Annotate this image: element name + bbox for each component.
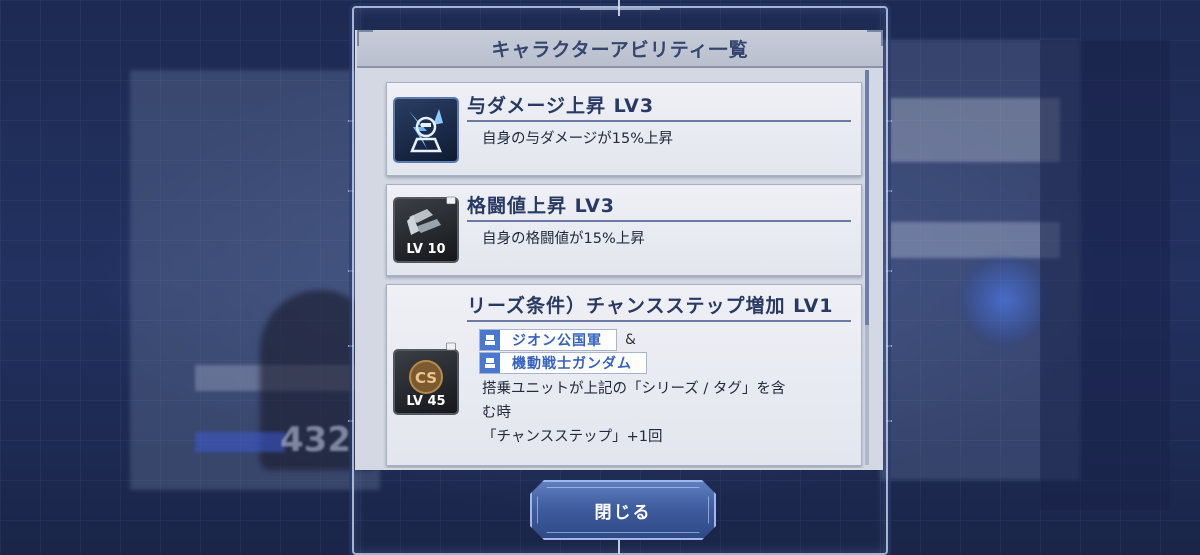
- frame-top-decoration: [580, 8, 660, 14]
- condition-line: 搭乗ユニットが上記の「シリーズ / タグ」を含: [482, 381, 786, 397]
- unlock-level-label: LV 10: [406, 242, 446, 257]
- tag-joiner: &: [625, 332, 636, 348]
- series-tag-row: 機動戦士ガンダム: [479, 352, 647, 374]
- lock-icon: [446, 337, 456, 351]
- background-score: 432: [280, 420, 351, 460]
- condition-line: 「チャンスステップ」+1回: [482, 429, 663, 445]
- series-tag-icon: [480, 353, 500, 373]
- header-corner-right: [867, 30, 883, 46]
- cs-badge-text: CS: [415, 369, 437, 387]
- ability-list[interactable]: 与ダメージ上昇 LV3 自身の与ダメージが15%上昇 LV 10 格闘値上昇 L…: [378, 70, 866, 468]
- condition-line: む時: [482, 405, 511, 421]
- unlock-level-label: LV 45: [406, 394, 446, 409]
- scrollbar-thumb[interactable]: [865, 70, 869, 325]
- series-tag[interactable]: 機動戦士ガンダム: [479, 352, 647, 374]
- frame-top-tick: [618, 0, 620, 16]
- chance-step-icon: CS LV 45: [393, 349, 459, 415]
- series-tag-row: ジオン公国軍 &: [479, 329, 636, 351]
- background-blue-bar: [195, 432, 285, 452]
- background-right-strip: [1040, 40, 1170, 510]
- series-tag-icon: [480, 330, 500, 350]
- ability-title: 与ダメージ上昇 LV3: [467, 91, 851, 122]
- ability-card-melee-up[interactable]: LV 10 格闘値上昇 LV3 自身の格闘値が15%上昇: [386, 184, 862, 276]
- background-search-bar: [890, 222, 1060, 258]
- header-corner-left: [357, 30, 373, 46]
- background-right-box: [890, 98, 1060, 162]
- ability-title: リーズ条件）チャンスステップ増加 LV1: [467, 291, 851, 322]
- condition-text: 搭乗ユニットが上記の「シリーズ / タグ」を含 む時 「チャンスステップ」+1回: [482, 377, 852, 449]
- dialog-header: キャラクターアビリティ一覧: [357, 30, 883, 68]
- lock-icon: [446, 191, 456, 205]
- ability-card-damage-up[interactable]: 与ダメージ上昇 LV3 自身の与ダメージが15%上昇: [386, 82, 862, 176]
- background-glow-orb: [960, 255, 1050, 345]
- close-button-label: 閉じる: [594, 502, 652, 523]
- ability-card-chance-step[interactable]: CS LV 45 リーズ条件）チャンスステップ増加 LV1 ジオン公国軍 & 機…: [386, 284, 862, 466]
- melee-up-icon: LV 10: [393, 197, 459, 263]
- frame-bottom-tick: [618, 538, 620, 554]
- series-tag[interactable]: ジオン公国軍: [479, 329, 617, 351]
- ability-description: 自身の与ダメージが15%上昇: [482, 131, 674, 147]
- series-tag-label: 機動戦士ガンダム: [512, 356, 632, 372]
- ability-description: 自身の格闘値が15%上昇: [482, 231, 645, 247]
- series-tag-label: ジオン公国軍: [512, 333, 602, 349]
- close-button[interactable]: 閉じる: [530, 480, 716, 540]
- ability-title: 格闘値上昇 LV3: [467, 191, 851, 222]
- dialog-title: キャラクターアビリティ一覧: [491, 38, 749, 61]
- scrollbar[interactable]: [865, 70, 869, 465]
- damage-up-icon: [393, 97, 459, 163]
